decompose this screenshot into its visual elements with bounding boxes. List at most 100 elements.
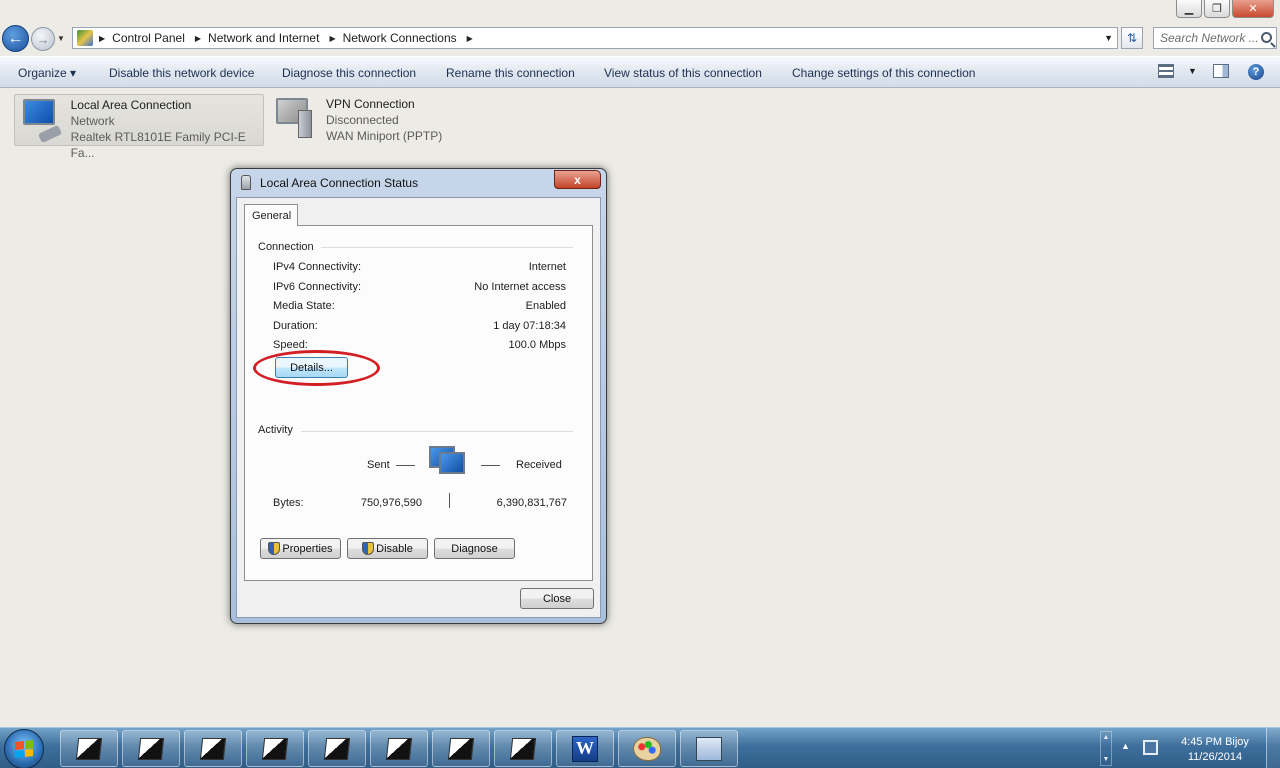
network-status-icon — [241, 175, 251, 190]
windows-logo-icon — [15, 740, 33, 758]
breadcrumb: ▶ Control Panel ▶ Network and Internet ▶… — [99, 31, 473, 45]
window-caption: ▁ ❐ ✕ — [0, 0, 1280, 20]
taskbar-word[interactable]: W — [556, 730, 614, 767]
breadcrumb-network-and-internet[interactable]: Network and Internet — [208, 31, 319, 45]
command-bar: Organize ▾ Disable this network device D… — [0, 56, 1280, 88]
change-settings-button[interactable]: Change settings of this connection — [792, 66, 975, 80]
taskbar-scroll[interactable]: ▲ ▼ — [1100, 731, 1112, 766]
dialog-body: General Connection IPv4 Connectivity: In… — [236, 197, 601, 618]
network-adapter-icon — [19, 97, 65, 145]
list-item-vpn-connection[interactable]: VPN Connection Disconnected WAN Miniport… — [268, 94, 468, 146]
ipv6-value: No Internet access — [474, 281, 566, 293]
paint-icon — [633, 736, 661, 761]
general-tab-panel: Connection IPv4 Connectivity: Internet I… — [244, 225, 593, 581]
highlight-ellipse — [253, 350, 380, 386]
address-dropdown-icon[interactable]: ▼ — [1104, 33, 1113, 43]
ipv4-label: IPv4 Connectivity: — [273, 261, 362, 273]
connection-group-label: Connection — [258, 241, 314, 253]
connection-device: Realtek RTL8101E Family PCI-E Fa... — [70, 130, 246, 160]
activity-group-label: Activity — [258, 424, 293, 436]
monitor-app-icon — [137, 737, 165, 760]
taskbar-app-5[interactable] — [308, 730, 366, 767]
list-item-local-area-connection[interactable]: Local Area Connection Network Realtek RT… — [14, 94, 264, 160]
media-state-label: Media State: — [273, 300, 335, 312]
help-button[interactable]: ? — [1248, 64, 1264, 80]
monitor-app-icon — [75, 737, 103, 760]
refresh-button[interactable]: ⇅ — [1121, 27, 1143, 49]
show-desktop-button[interactable] — [1266, 728, 1280, 768]
connection-device: WAN Miniport (PPTP) — [326, 129, 443, 143]
word-icon: W — [572, 735, 598, 762]
tab-general[interactable]: General — [244, 204, 298, 226]
diagnose-connection-button[interactable]: Diagnose this connection — [282, 66, 416, 80]
bytes-received-value: 6,390,831,767 — [496, 497, 567, 509]
change-view-button[interactable]: ▼ — [1158, 64, 1197, 78]
back-button[interactable]: ← — [2, 25, 29, 52]
diagnose-button[interactable]: Diagnose — [434, 538, 515, 559]
monitor-app-icon — [323, 737, 351, 760]
network-connections-icon — [696, 736, 722, 761]
dialog-close-button[interactable]: x — [554, 170, 601, 189]
breadcrumb-control-panel[interactable]: Control Panel — [112, 31, 185, 45]
control-panel-icon — [77, 30, 93, 46]
minimize-button[interactable]: ▁ — [1176, 0, 1202, 18]
views-icon — [1158, 64, 1174, 78]
preview-pane-icon — [1213, 64, 1229, 78]
organize-button[interactable]: Organize ▾ — [18, 66, 76, 80]
ipv6-label: IPv6 Connectivity: — [273, 281, 362, 293]
taskbar-paint[interactable] — [618, 730, 676, 767]
search-icon[interactable] — [1261, 32, 1272, 43]
monitor-app-icon — [199, 737, 227, 760]
search-input[interactable]: Search Network ... — [1153, 27, 1277, 49]
taskbar-app-2[interactable] — [122, 730, 180, 767]
connection-name: Local Area Connection — [70, 98, 192, 112]
disable-device-button[interactable]: Disable this network device — [109, 66, 254, 80]
taskbar-app-8[interactable] — [494, 730, 552, 767]
status-dialog: Local Area Connection Status x General C… — [230, 168, 607, 624]
speed-label: Speed: — [273, 339, 308, 351]
monitor-app-icon — [509, 737, 537, 760]
clock-date: 11/26/2014 — [1187, 751, 1243, 763]
received-label: Received — [516, 459, 562, 471]
system-clock[interactable]: 4:45 PM Bijoy 11/26/2014 — [1170, 735, 1260, 765]
start-button[interactable] — [4, 729, 44, 768]
forward-button[interactable]: → — [31, 27, 55, 51]
taskbar-app-3[interactable] — [184, 730, 242, 767]
views-dropdown-icon[interactable]: ▼ — [1188, 66, 1197, 76]
taskbar-network-connections[interactable] — [680, 730, 738, 767]
shield-icon — [268, 542, 281, 555]
close-window-button[interactable]: ✕ — [1232, 0, 1274, 18]
clock-time: 4:45 PM Bijoy — [1181, 736, 1249, 748]
monitor-app-icon — [261, 737, 289, 760]
address-bar[interactable]: ▶ Control Panel ▶ Network and Internet ▶… — [72, 27, 1118, 49]
connection-status: Network — [70, 114, 115, 128]
maximize-button[interactable]: ❐ — [1204, 0, 1230, 18]
monitor-app-icon — [447, 737, 475, 760]
taskbar-app-4[interactable] — [246, 730, 304, 767]
sent-label: Sent — [367, 459, 390, 471]
preview-pane-button[interactable] — [1213, 64, 1229, 78]
disable-button[interactable]: Disable — [347, 538, 428, 559]
recent-pages-dropdown[interactable]: ▼ — [57, 34, 65, 43]
ipv4-value: Internet — [528, 261, 566, 273]
show-hidden-icons-button[interactable]: ▲ — [1121, 741, 1130, 751]
connection-status: Disconnected — [326, 113, 399, 127]
breadcrumb-network-connections[interactable]: Network Connections — [343, 31, 457, 45]
connection-name: VPN Connection — [326, 97, 415, 111]
vpn-adapter-icon — [272, 96, 320, 144]
address-bar-row: ← → ▼ ▶ Control Panel ▶ Network and Inte… — [0, 22, 1280, 54]
network-activity-icon — [429, 446, 473, 492]
rename-connection-button[interactable]: Rename this connection — [446, 66, 575, 80]
taskbar: W ▲ ▼ ▲ 4:45 PM Bijoy 11/26/2014 — [0, 727, 1280, 768]
properties-button[interactable]: Properties — [260, 538, 341, 559]
bytes-sent-value: 750,976,590 — [360, 497, 422, 509]
taskbar-app-1[interactable] — [60, 730, 118, 767]
view-status-button[interactable]: View status of this connection — [604, 66, 762, 80]
tray-network-icon[interactable] — [1143, 740, 1158, 755]
dialog-title: Local Area Connection Status — [260, 176, 419, 190]
taskbar-app-7[interactable] — [432, 730, 490, 767]
monitor-app-icon — [385, 737, 413, 760]
connections-list: Local Area Connection Network Realtek RT… — [0, 89, 1280, 727]
taskbar-app-6[interactable] — [370, 730, 428, 767]
close-button[interactable]: Close — [520, 588, 594, 609]
